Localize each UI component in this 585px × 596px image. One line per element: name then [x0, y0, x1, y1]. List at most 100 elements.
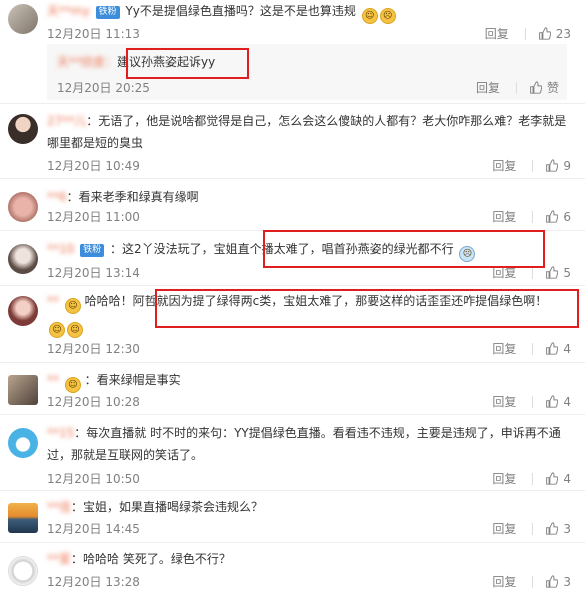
divider	[532, 266, 534, 279]
reply-button[interactable]: 回复	[492, 340, 516, 357]
comment-text-line: **佳：宝姐，如果直播喝绿茶会违规么？	[47, 496, 571, 518]
username[interactable]: **佳	[47, 500, 71, 514]
like-button[interactable]: 3	[545, 522, 571, 536]
like-button[interactable]: 23	[538, 27, 571, 41]
highlight-box	[263, 230, 545, 268]
fan-badge[interactable]: 铁粉	[80, 244, 105, 257]
comment-text-line: 27**儿：无语了，他是说啥都觉得是自己，怎么会这么傻缺的人都有？老大你咋那么难…	[47, 110, 571, 154]
reply-button[interactable]: 回复	[492, 520, 516, 537]
reply-button[interactable]: 回复	[492, 393, 516, 410]
like-label: 赞	[546, 81, 559, 95]
avatar[interactable]	[8, 296, 38, 326]
comment-actions: 回复 6	[492, 208, 571, 225]
comment-actions: 回复 3	[492, 573, 571, 590]
reply-button[interactable]: 回复	[476, 79, 500, 96]
comment-time: 12月20日 11:13	[47, 27, 140, 41]
comment-time: 12月20日 20:25	[57, 81, 150, 95]
avatar[interactable]	[8, 4, 38, 34]
like-button[interactable]: 9	[545, 159, 571, 173]
comment-text-line: **15：每次直播就 时不时的来句：YY提倡绿色直播。看看违不违规，主要是违规了…	[47, 422, 567, 466]
reply-button[interactable]: 回复	[492, 157, 516, 174]
username[interactable]: **	[47, 294, 59, 308]
comment-body: ：看来绿帽是事实	[84, 373, 181, 387]
avatar[interactable]	[8, 375, 38, 405]
comment-time: 12月20日 11:00	[47, 210, 140, 224]
username[interactable]: **6	[47, 190, 67, 204]
username[interactable]: 天**my	[47, 4, 90, 18]
divider	[515, 81, 517, 94]
like-button[interactable]: 6	[545, 210, 571, 224]
row-divider	[0, 285, 585, 286]
reply-button[interactable]: 回复	[485, 25, 509, 42]
divider	[524, 27, 526, 40]
like-count: 4	[563, 394, 571, 409]
reply-button[interactable]: 回复	[492, 470, 516, 487]
avatar[interactable]	[8, 244, 38, 274]
laugh-sweat-emoji-icon: ☺	[361, 8, 378, 24]
username[interactable]: 天**欣皮：	[57, 55, 117, 69]
thumbs-up-icon	[546, 210, 559, 223]
comment-time: 12月20日 10:28	[47, 395, 140, 409]
username[interactable]: 27**儿	[47, 114, 86, 128]
divider	[532, 472, 534, 485]
like-button[interactable]: 3	[545, 575, 571, 589]
like-count: 6	[563, 209, 571, 224]
avatar[interactable]	[8, 503, 38, 533]
row-divider	[0, 362, 585, 363]
comment-time: 12月20日 13:14	[47, 266, 140, 280]
like-count: 4	[563, 341, 571, 356]
like-count: 3	[563, 521, 571, 536]
comment-actions: 回复 23	[485, 25, 571, 42]
comment-body: Yy不是提倡绿色直播吗？这是不是也算违规	[125, 4, 356, 18]
reply-button[interactable]: 回复	[492, 573, 516, 590]
comment-text-line: **爱：哈哈哈 笑死了。绿色不行？	[47, 548, 571, 570]
divider	[532, 342, 534, 355]
row-divider	[0, 414, 585, 415]
thumbs-up-icon	[538, 27, 551, 40]
like-button[interactable]: 4	[545, 342, 571, 356]
grin-emoji-icon: ☺	[67, 322, 83, 338]
like-count: 9	[563, 158, 571, 173]
avatar[interactable]	[8, 192, 38, 222]
thumbs-up-icon	[546, 472, 559, 485]
like-count: 3	[563, 574, 571, 589]
comment-actions: 回复 3	[492, 520, 571, 537]
comment-actions: 回复 9	[492, 157, 571, 174]
sub-reply: 天**欣皮：建议孙燕姿起诉yy 12月20日 20:25 回复 赞	[47, 44, 567, 100]
reply-button[interactable]: 回复	[492, 208, 516, 225]
like-button[interactable]: 4	[545, 395, 571, 409]
like-button[interactable]: 5	[545, 266, 571, 280]
like-button[interactable]: 赞	[529, 79, 559, 96]
like-button[interactable]: 4	[545, 472, 571, 486]
username[interactable]: **	[47, 373, 59, 387]
avatar[interactable]	[8, 556, 38, 586]
highlight-box	[155, 289, 579, 328]
comment-body: ：看来老季和绿真有缘啊	[66, 190, 199, 204]
comment-text-line: **6：看来老季和绿真有缘啊	[47, 186, 571, 208]
worried-emoji-icon: ☹	[379, 8, 396, 24]
avatar[interactable]	[8, 114, 38, 144]
like-count: 4	[563, 471, 571, 486]
username[interactable]: **10	[47, 242, 74, 256]
comment-time: 12月20日 13:28	[47, 575, 140, 589]
comment-actions: 回复 赞	[476, 79, 559, 96]
username[interactable]: **爱	[47, 552, 71, 566]
row-divider	[0, 542, 585, 543]
like-count: 5	[563, 265, 571, 280]
avatar[interactable]	[8, 428, 38, 458]
fan-badge[interactable]: 铁粉	[95, 6, 120, 19]
sunglasses-emoji-icon: ☺	[64, 298, 81, 314]
comment-body: ：宝姐，如果直播喝绿茶会违规么？	[71, 500, 264, 514]
grin-emoji-icon: ☺	[49, 322, 65, 338]
comment-time: 12月20日 10:50	[47, 472, 140, 486]
divider	[532, 159, 534, 172]
comment-body: ：哈哈哈 笑死了。绿色不行？	[71, 552, 231, 566]
like-count: 23	[555, 26, 571, 41]
thumbs-up-icon	[546, 522, 559, 535]
row-divider	[0, 103, 585, 104]
username[interactable]: **15	[47, 426, 74, 440]
row-divider	[0, 178, 585, 179]
row-divider	[0, 490, 585, 491]
divider	[532, 522, 534, 535]
comment-text-line: 天**my 铁粉 Yy不是提倡绿色直播吗？这是不是也算违规 ☺ ☹	[47, 0, 571, 24]
